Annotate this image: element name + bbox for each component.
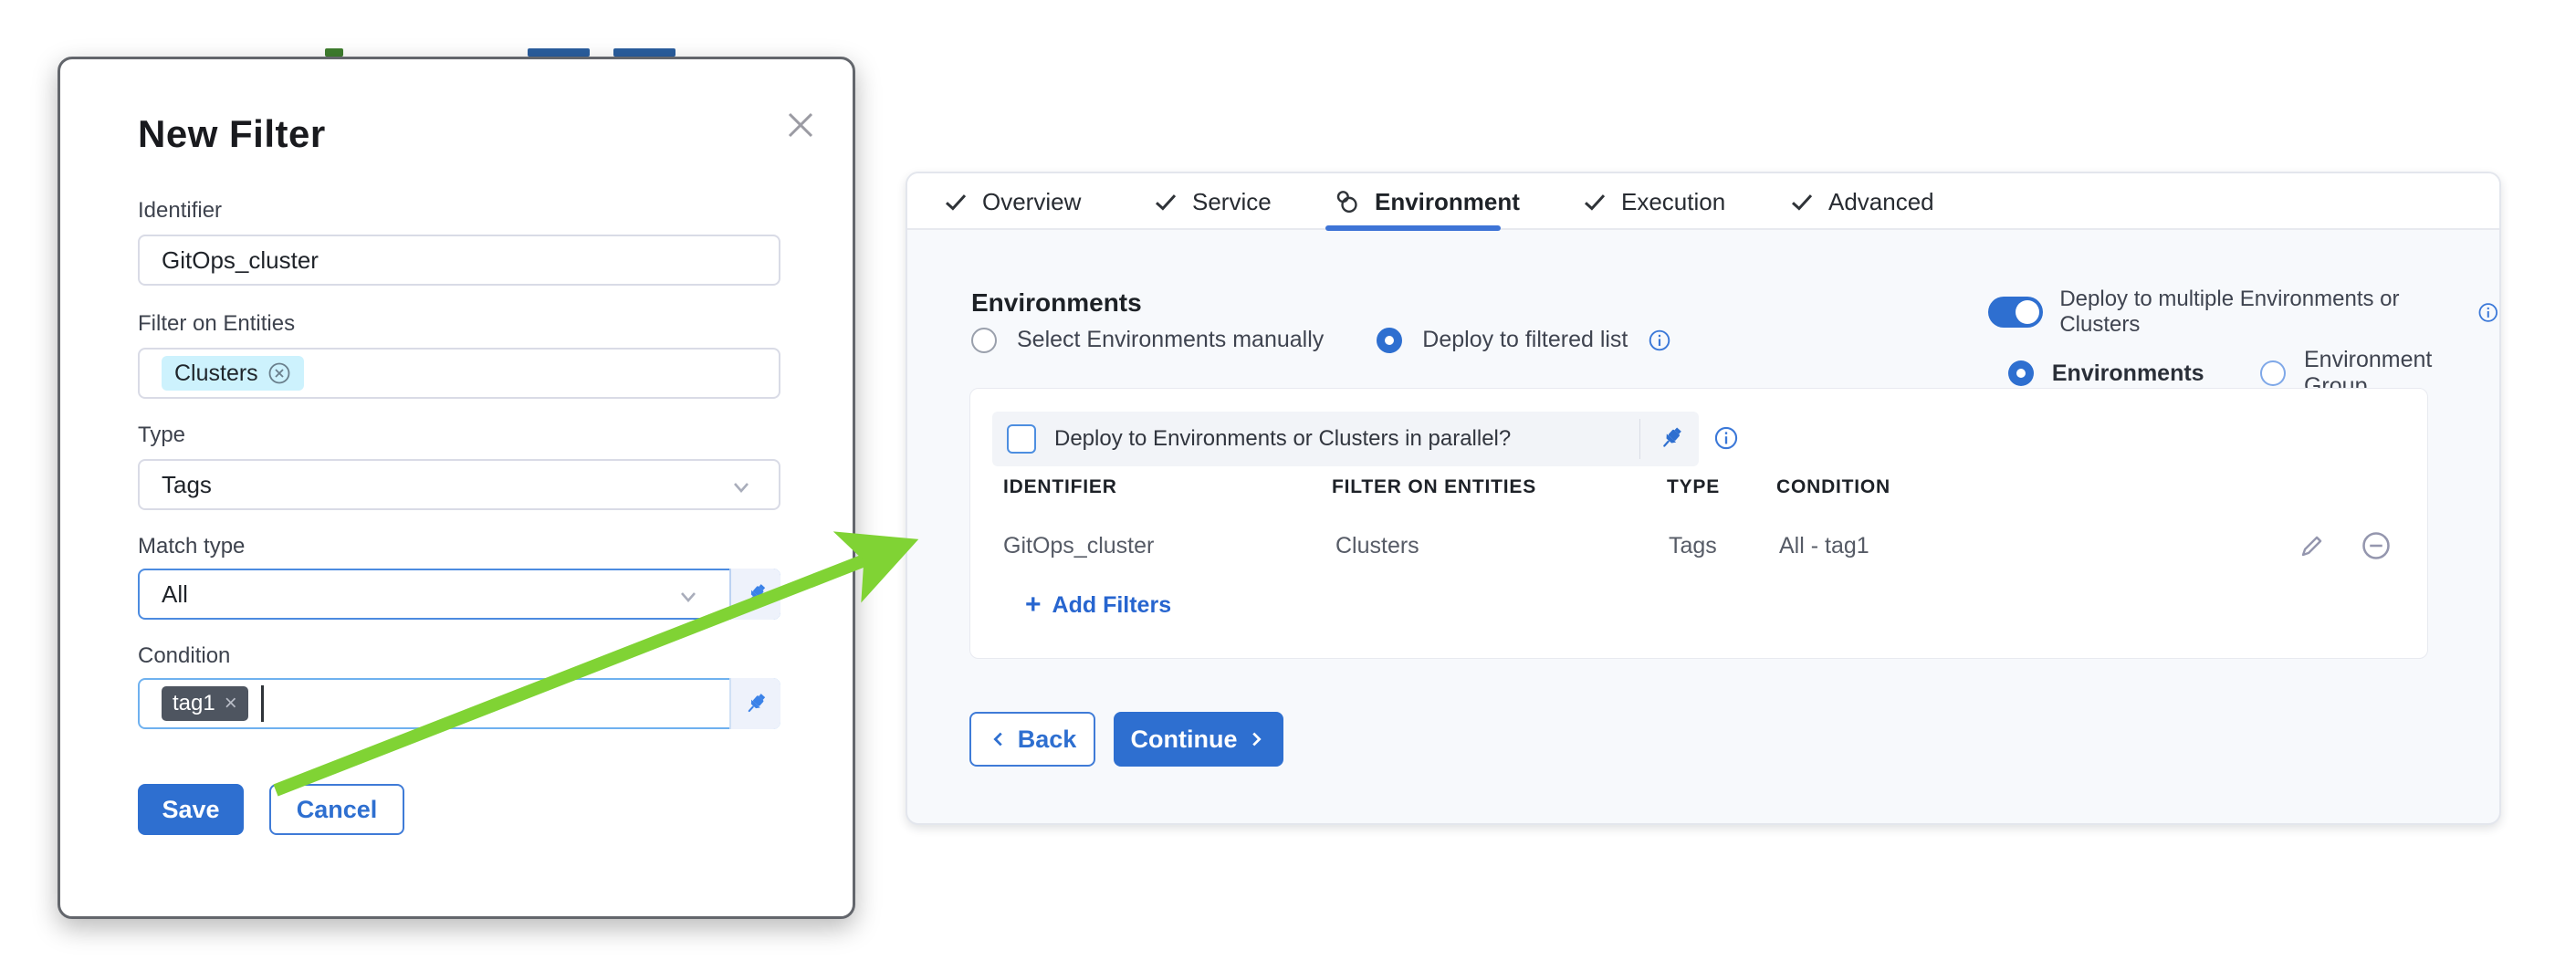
pin-button[interactable] bbox=[729, 569, 780, 620]
text-caret bbox=[261, 685, 264, 722]
info-icon[interactable] bbox=[1648, 329, 1671, 352]
edit-icon[interactable] bbox=[2292, 526, 2332, 566]
back-button-label: Back bbox=[1018, 726, 1077, 754]
parallel-checkbox[interactable] bbox=[1007, 424, 1036, 454]
identifier-label: Identifier bbox=[138, 198, 222, 224]
back-chevron-icon bbox=[989, 729, 1009, 749]
tab-environment[interactable]: Environment bbox=[1333, 173, 1520, 230]
radio-label: Deploy to filtered list bbox=[1422, 327, 1628, 353]
pipeline-stage-panel: Overview Service Environment Execution A… bbox=[906, 172, 2501, 825]
chevron-down-icon[interactable] bbox=[675, 583, 702, 611]
tab-label: Execution bbox=[1621, 188, 1725, 216]
condition-chip[interactable]: tag1 × bbox=[162, 686, 248, 721]
check-icon bbox=[1788, 188, 1816, 215]
tab-label: Overview bbox=[982, 188, 1081, 216]
check-icon bbox=[1581, 188, 1608, 215]
continue-chevron-icon bbox=[1246, 729, 1266, 749]
cancel-button-label: Cancel bbox=[297, 796, 378, 824]
identifier-value: GitOps_cluster bbox=[162, 246, 319, 275]
identifier-input[interactable]: GitOps_cluster bbox=[138, 235, 780, 286]
cell-type: Tags bbox=[1669, 533, 1717, 559]
chip-remove-icon[interactable] bbox=[267, 361, 291, 385]
radio-environments[interactable] bbox=[2008, 360, 2034, 386]
active-tab-underline bbox=[1325, 225, 1501, 231]
cell-entities: Clusters bbox=[1335, 533, 1419, 559]
chip-remove-icon[interactable]: × bbox=[225, 691, 237, 716]
parallel-deploy-row: Deploy to Environments or Clusters in pa… bbox=[992, 412, 1699, 466]
type-label: Type bbox=[138, 423, 185, 448]
radio-deploy-filtered-list[interactable] bbox=[1377, 328, 1402, 353]
condition-input[interactable]: tag1 × bbox=[138, 678, 780, 729]
filters-card: Deploy to Environments or Clusters in pa… bbox=[969, 388, 2428, 659]
info-icon[interactable] bbox=[1713, 425, 1739, 451]
match-type-select[interactable]: All bbox=[138, 569, 780, 620]
col-header-entities: FILTER ON ENTITIES bbox=[1332, 476, 1536, 498]
parallel-label: Deploy to Environments or Clusters in pa… bbox=[1054, 426, 1511, 452]
match-type-label: Match type bbox=[138, 534, 245, 559]
continue-button-label: Continue bbox=[1131, 726, 1238, 754]
tab-execution[interactable]: Execution bbox=[1581, 173, 1725, 230]
remove-icon[interactable] bbox=[2356, 526, 2396, 566]
toggle-label: Deploy to multiple Environments or Clust… bbox=[2059, 287, 2461, 338]
entities-input[interactable]: Clusters bbox=[138, 348, 780, 399]
plus-icon: + bbox=[1025, 591, 1042, 619]
background-fragment-green bbox=[325, 48, 343, 57]
check-icon bbox=[1152, 188, 1179, 215]
radio-select-manually[interactable] bbox=[971, 328, 997, 353]
tab-label: Service bbox=[1192, 188, 1272, 216]
pin-icon bbox=[742, 580, 770, 608]
save-button[interactable]: Save bbox=[138, 784, 244, 835]
pin-icon bbox=[1657, 423, 1686, 453]
environments-heading: Environments bbox=[971, 288, 1142, 318]
tab-label: Advanced bbox=[1828, 188, 1934, 216]
multi-env-toggle[interactable] bbox=[1988, 297, 2043, 328]
tab-advanced[interactable]: Advanced bbox=[1788, 173, 1934, 230]
condition-chip-label: tag1 bbox=[173, 691, 215, 716]
add-filters-label: Add Filters bbox=[1052, 592, 1172, 619]
background-fragment-blue bbox=[528, 48, 590, 57]
check-icon bbox=[942, 188, 969, 215]
close-icon[interactable] bbox=[780, 105, 821, 145]
background-fragment-blue bbox=[613, 48, 675, 57]
divider bbox=[1639, 419, 1641, 459]
save-button-label: Save bbox=[162, 796, 219, 824]
col-header-type: TYPE bbox=[1667, 476, 1720, 498]
pin-button[interactable] bbox=[1657, 423, 1686, 453]
page: New Filter Identifier GitOps_cluster Fil… bbox=[0, 0, 2576, 971]
cell-condition: All - tag1 bbox=[1779, 533, 1869, 559]
toggle-knob bbox=[2016, 300, 2039, 324]
radio-label: Select Environments manually bbox=[1017, 327, 1324, 353]
col-header-identifier: IDENTIFIER bbox=[1003, 476, 1117, 498]
deploy-mode-radio-group: Select Environments manually Deploy to f… bbox=[971, 327, 1671, 353]
entities-chip[interactable]: Clusters bbox=[162, 356, 304, 391]
radio-label: Environments bbox=[2052, 360, 2204, 387]
match-type-value: All bbox=[162, 580, 188, 609]
entities-label: Filter on Entities bbox=[138, 311, 295, 337]
cell-identifier: GitOps_cluster bbox=[1003, 533, 1154, 559]
back-button[interactable]: Back bbox=[969, 712, 1095, 767]
type-value: Tags bbox=[162, 471, 212, 499]
multi-env-toggle-row: Deploy to multiple Environments or Clust… bbox=[1988, 287, 2499, 338]
col-header-condition: CONDITION bbox=[1776, 476, 1890, 498]
environment-icon bbox=[1333, 187, 1362, 216]
new-filter-modal: New Filter Identifier GitOps_cluster Fil… bbox=[58, 57, 855, 919]
modal-title: New Filter bbox=[138, 112, 326, 156]
condition-label: Condition bbox=[138, 643, 230, 669]
tab-label: Environment bbox=[1375, 188, 1520, 216]
radio-environment-group[interactable] bbox=[2260, 360, 2286, 386]
pin-button[interactable] bbox=[729, 678, 780, 729]
tab-overview[interactable]: Overview bbox=[942, 173, 1081, 230]
add-filters-button[interactable]: + Add Filters bbox=[1025, 591, 1171, 619]
type-select[interactable]: Tags bbox=[138, 459, 780, 510]
tab-service[interactable]: Service bbox=[1152, 173, 1272, 230]
entities-chip-label: Clusters bbox=[174, 360, 258, 387]
cancel-button[interactable]: Cancel bbox=[269, 784, 404, 835]
pin-icon bbox=[742, 690, 770, 717]
info-icon[interactable] bbox=[2477, 301, 2499, 324]
stage-tabbar: Overview Service Environment Execution A… bbox=[907, 173, 2499, 230]
chevron-down-icon[interactable] bbox=[728, 474, 755, 501]
continue-button[interactable]: Continue bbox=[1114, 712, 1283, 767]
